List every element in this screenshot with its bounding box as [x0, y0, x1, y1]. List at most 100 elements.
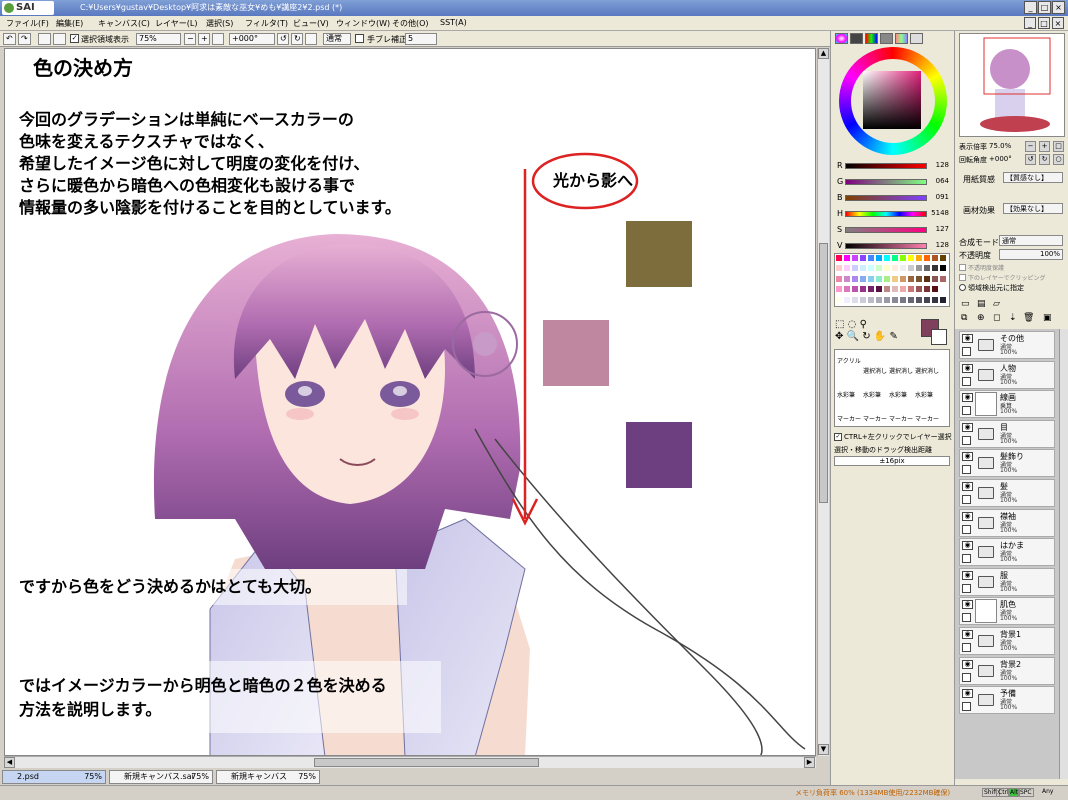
layer-row[interactable]: ◉ 肌色 通常 100% — [959, 597, 1055, 626]
palette-swatch[interactable] — [883, 295, 891, 304]
palette-swatch[interactable] — [875, 264, 883, 273]
tool-acrylic[interactable]: アクリル — [837, 356, 861, 365]
new-folder-icon[interactable]: ▱ — [993, 299, 1000, 309]
slider-h[interactable] — [845, 211, 927, 217]
horizontal-scroll-thumb[interactable] — [314, 758, 539, 767]
color-wheel-mode-icon[interactable] — [835, 33, 848, 44]
layer-row[interactable]: ◉ はかま 通常 100% — [959, 538, 1055, 567]
layer-row[interactable]: ◉ 襟袖 通常 100% — [959, 508, 1055, 537]
palette-swatch[interactable] — [891, 254, 899, 262]
palette-swatch[interactable] — [923, 274, 931, 283]
visibility-eye-icon[interactable]: ◉ — [962, 452, 973, 462]
palette-swatch[interactable] — [859, 274, 867, 283]
visibility-eye-icon[interactable]: ◉ — [962, 334, 973, 343]
doc-close-button[interactable]: × — [1052, 17, 1064, 29]
tab-new-canvas-sai[interactable]: 新規キャンバス.sai 75% — [109, 770, 213, 784]
scroll-down-arrow-icon[interactable]: ▼ — [818, 744, 829, 755]
visibility-eye-icon[interactable]: ◉ — [962, 541, 973, 551]
palette-swatch[interactable] — [923, 295, 931, 304]
palette-swatch[interactable] — [883, 254, 891, 262]
clear-layer-icon[interactable]: ◻ — [993, 313, 1000, 323]
palette-swatch[interactable] — [875, 285, 883, 294]
layer-row[interactable]: ◉ 予備 通常 100% — [959, 686, 1055, 715]
stabilizer-select[interactable]: 5 — [405, 33, 437, 45]
menu-sst[interactable]: SST(A) — [440, 18, 467, 27]
ctrl-click-checkbox[interactable]: ✓ — [834, 433, 842, 441]
drag-distance-slider[interactable]: ±16pix — [834, 456, 950, 466]
layer-lock-checkbox[interactable] — [962, 347, 971, 356]
palette-swatch[interactable] — [907, 264, 915, 273]
palette-swatch[interactable] — [843, 274, 851, 283]
close-button[interactable]: × — [1052, 1, 1065, 14]
menu-select[interactable]: 選択(S) — [206, 18, 233, 29]
tab-2psd[interactable]: 2.psd 75% — [2, 770, 106, 784]
brush-effect-select[interactable]: 【効果なし】 — [1003, 203, 1063, 214]
slider-s[interactable] — [845, 227, 927, 233]
sv-square[interactable] — [863, 71, 921, 129]
palette-swatch[interactable] — [899, 274, 907, 283]
layer-lock-checkbox[interactable] — [962, 613, 971, 623]
scroll-right-arrow-icon[interactable]: ▶ — [804, 757, 815, 768]
tool-watercolor-4[interactable]: 水彩筆 — [915, 390, 933, 399]
scratch-pad-mode-icon[interactable] — [910, 33, 923, 44]
layer-row[interactable]: ◉ その他 通常 100% — [959, 331, 1055, 359]
deselect-button[interactable] — [38, 33, 51, 45]
rotate-icon[interactable]: ↻ — [862, 331, 870, 342]
palette-swatch[interactable] — [907, 274, 915, 283]
palette-swatch[interactable] — [851, 264, 859, 273]
visibility-eye-icon[interactable]: ◉ — [962, 659, 973, 669]
undo-button[interactable]: ↶ — [3, 33, 16, 45]
palette-swatch[interactable] — [891, 295, 899, 304]
menu-canvas[interactable]: キャンバス(C) — [98, 18, 150, 29]
palette-swatch[interactable] — [835, 274, 843, 283]
layer-lock-checkbox[interactable] — [962, 376, 971, 386]
palette-swatch[interactable] — [883, 274, 891, 283]
palette-swatch[interactable] — [891, 274, 899, 283]
tab-new-canvas[interactable]: 新規キャンバス 75% — [216, 770, 320, 784]
palette-swatch[interactable] — [883, 264, 891, 273]
palette-swatch[interactable] — [915, 274, 923, 283]
palette-swatch[interactable] — [931, 274, 939, 283]
slider-v[interactable] — [845, 243, 927, 249]
palette-swatch[interactable] — [883, 285, 891, 294]
palette-swatch[interactable] — [851, 274, 859, 283]
mixer-mode-icon[interactable] — [880, 33, 893, 44]
copy-layer-icon[interactable]: ⧉ — [961, 313, 967, 323]
visibility-eye-icon[interactable]: ◉ — [962, 630, 973, 639]
nav-zoom-out-button[interactable]: − — [1025, 141, 1036, 152]
palette-swatch[interactable] — [843, 254, 851, 262]
palette-swatch[interactable] — [939, 264, 947, 273]
palette-swatch[interactable] — [859, 254, 867, 262]
background-color-swatch[interactable] — [931, 329, 947, 345]
layer-lock-checkbox[interactable] — [962, 406, 971, 416]
maximize-button[interactable]: □ — [1038, 1, 1051, 14]
swatch-mode-icon[interactable] — [895, 33, 908, 44]
palette-swatch[interactable] — [867, 264, 875, 273]
paper-texture-select[interactable]: 【質感なし】 — [1003, 172, 1063, 183]
layer-lock-checkbox[interactable] — [962, 672, 971, 682]
palette-swatch[interactable] — [923, 285, 931, 294]
tool-watercolor-1[interactable]: 水彩筆 — [837, 390, 855, 399]
nav-rotate-reset-button[interactable]: ○ — [1053, 154, 1064, 165]
layer-lock-checkbox[interactable] — [962, 702, 971, 712]
visibility-eye-icon[interactable]: ◉ — [962, 600, 973, 610]
palette-swatch[interactable] — [843, 264, 851, 273]
visibility-eye-icon[interactable]: ◉ — [962, 511, 973, 521]
new-vector-layer-icon[interactable]: ▤ — [977, 299, 986, 309]
zoom-field[interactable]: 75% — [136, 33, 181, 45]
layer-lock-checkbox[interactable] — [962, 465, 971, 475]
layer-row[interactable]: ◉ 目通常 100% — [959, 419, 1055, 448]
tool-select-erase-2[interactable]: 選択消し — [889, 366, 913, 375]
rotate-right-button[interactable]: ↻ — [291, 33, 303, 45]
tool-marker-4[interactable]: マーカー — [915, 414, 939, 423]
palette-swatch[interactable] — [851, 285, 859, 294]
palette-swatch[interactable] — [843, 295, 851, 304]
palette-swatch[interactable] — [875, 295, 883, 304]
visibility-eye-icon[interactable]: ◉ — [962, 363, 973, 373]
nav-zoom-reset-button[interactable]: □ — [1053, 141, 1064, 152]
doc-restore-button[interactable]: □ — [1038, 17, 1050, 29]
layer-lock-checkbox[interactable] — [962, 495, 971, 504]
opacity-slider[interactable]: 100% — [999, 249, 1063, 260]
merge-layer-icon[interactable]: ⊕ — [977, 313, 985, 323]
palette-swatch[interactable] — [915, 285, 923, 294]
